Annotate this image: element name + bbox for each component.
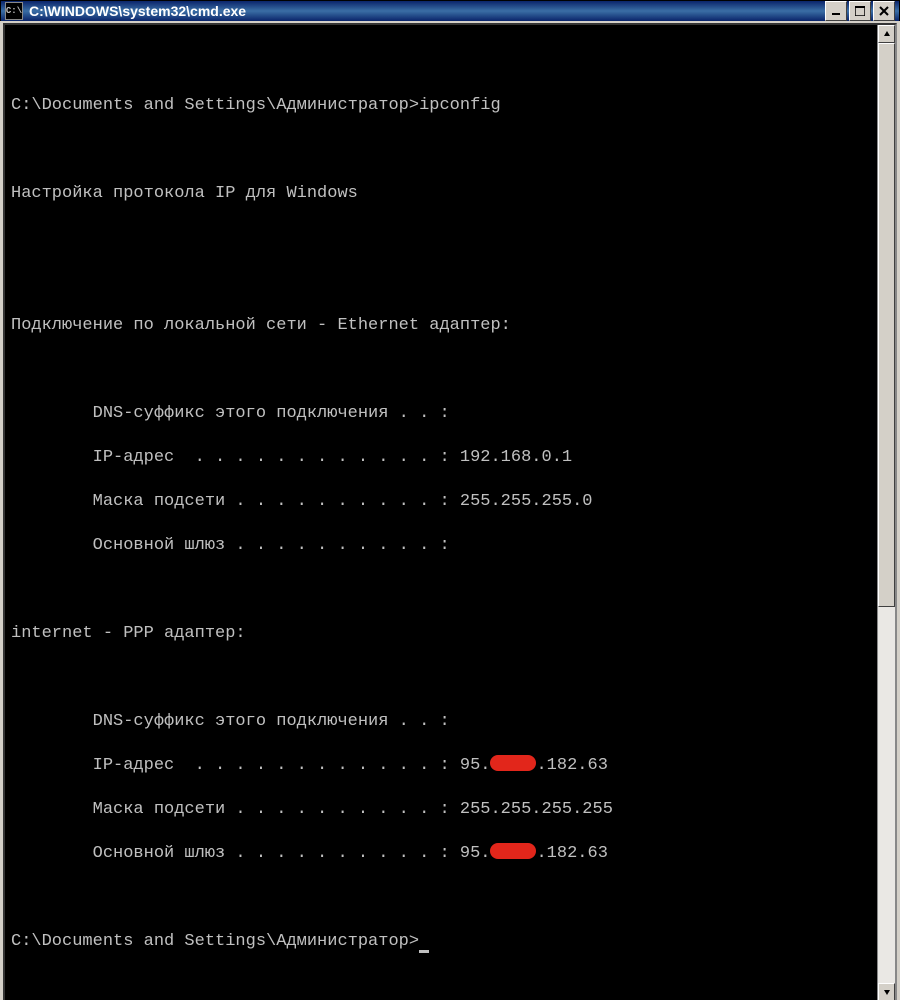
titlebar[interactable]: C:\ C:\WINDOWS\system32\cmd.exe: [0, 0, 900, 21]
blank-line: [11, 139, 871, 161]
window-body: C:\Documents and Settings\Администратор>…: [0, 21, 900, 1000]
gateway-line: Основной шлюз . . . . . . . . . . : 95..…: [11, 843, 871, 865]
subnet-mask-line: Маска подсети . . . . . . . . . . : 255.…: [11, 799, 871, 821]
prompt-path: C:\Documents and Settings\Администратор>: [11, 96, 419, 115]
blank-line: [11, 579, 871, 601]
blank-line: [11, 271, 871, 293]
vertical-scrollbar[interactable]: [877, 25, 895, 1000]
minimize-button[interactable]: [825, 1, 847, 21]
scroll-down-button[interactable]: [878, 983, 895, 1000]
dns-suffix-line: DNS-суффикс этого подключения . . :: [11, 403, 871, 425]
window-title: C:\WINDOWS\system32\cmd.exe: [29, 3, 825, 19]
maximize-button[interactable]: [849, 1, 871, 21]
ip-label: IP-адрес . . . . . . . . . . . . :: [11, 448, 450, 467]
mask-value: 255.255.255.0: [450, 492, 593, 511]
prompt-line: C:\Documents and Settings\Администратор>…: [11, 95, 871, 117]
terminal-output[interactable]: C:\Documents and Settings\Администратор>…: [5, 25, 877, 1000]
cmd-icon: C:\: [5, 2, 23, 20]
adapter-ppp-title: internet - PPP адаптер:: [11, 623, 871, 645]
scrollbar-track[interactable]: [878, 43, 895, 983]
redacted-octet: [490, 755, 536, 771]
gw-label: Основной шлюз . . . . . . . . . . :: [11, 844, 450, 863]
scrollbar-thumb[interactable]: [878, 43, 895, 607]
subnet-mask-line: Маска подсети . . . . . . . . . . : 255.…: [11, 491, 871, 513]
ip-label: IP-адрес . . . . . . . . . . . . :: [11, 756, 450, 775]
prompt-path: C:\Documents and Settings\Администратор>: [11, 932, 419, 951]
blank-line: [11, 359, 871, 381]
ipconfig-header: Настройка протокола IP для Windows: [11, 183, 871, 205]
mask-value: 255.255.255.255: [450, 800, 613, 819]
close-button[interactable]: [873, 1, 895, 21]
gw-suffix: .182.63: [536, 844, 607, 863]
dns-suffix-line: DNS-суффикс этого подключения . . :: [11, 711, 871, 733]
mask-label: Маска подсети . . . . . . . . . . :: [11, 492, 450, 511]
mask-label: Маска подсети . . . . . . . . . . :: [11, 800, 450, 819]
ip-suffix: .182.63: [536, 756, 607, 775]
redacted-octet: [490, 843, 536, 859]
gw-prefix: 95.: [450, 844, 491, 863]
blank-line: [11, 227, 871, 249]
adapter-ethernet-title: Подключение по локальной сети - Ethernet…: [11, 315, 871, 337]
prompt-line: C:\Documents and Settings\Администратор>: [11, 931, 871, 953]
scroll-up-button[interactable]: [878, 25, 895, 43]
blank-line: [11, 887, 871, 909]
cursor-icon: [419, 936, 429, 953]
gateway-line: Основной шлюз . . . . . . . . . . :: [11, 535, 871, 557]
command-text: ipconfig: [419, 96, 501, 115]
ip-address-line: IP-адрес . . . . . . . . . . . . : 192.1…: [11, 447, 871, 469]
window-controls: [825, 1, 895, 21]
blank-line: [11, 51, 871, 73]
ip-prefix: 95.: [450, 756, 491, 775]
ip-address-line: IP-адрес . . . . . . . . . . . . : 95. .1…: [11, 755, 871, 777]
ip-value: 192.168.0.1: [450, 448, 572, 467]
blank-line: [11, 667, 871, 689]
